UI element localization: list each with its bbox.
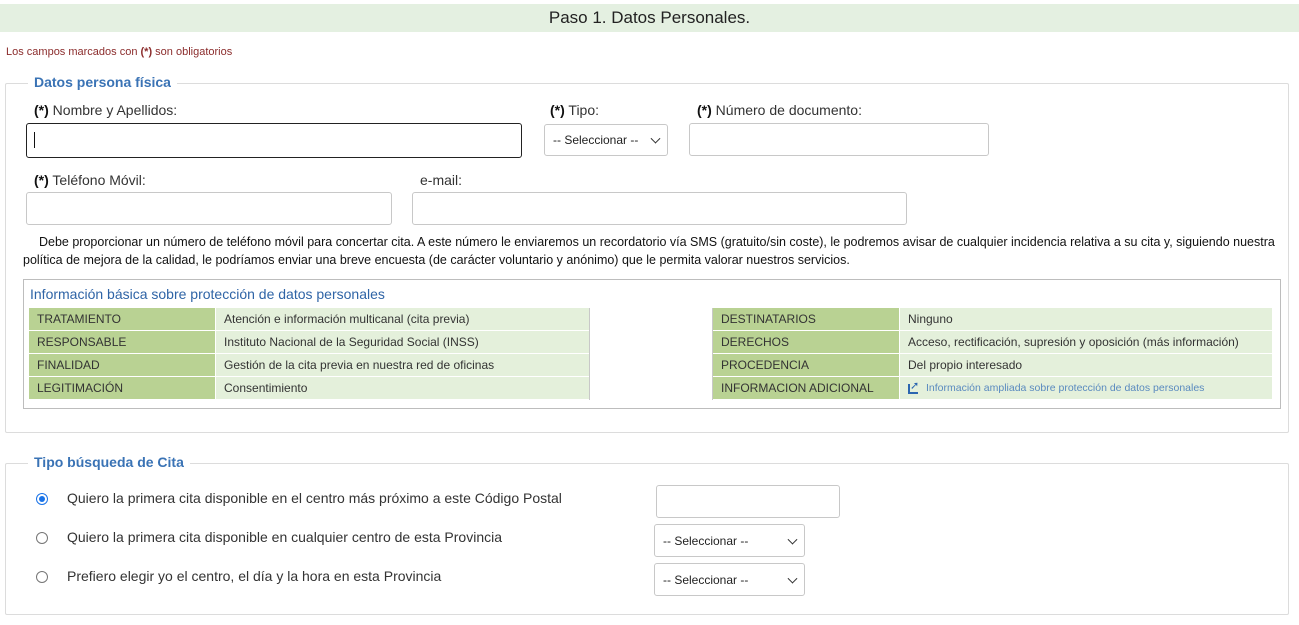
document-number-label: (*) Número de documento: bbox=[697, 102, 862, 118]
tipo-select[interactable]: -- Seleccionar -- bbox=[544, 124, 668, 156]
table-key: DERECHOS bbox=[713, 331, 899, 354]
option-choose-centre-label[interactable]: Prefiero elegir yo el centro, el día y l… bbox=[67, 568, 441, 584]
data-protection-title: Información básica sobre protección de d… bbox=[30, 286, 385, 302]
email-input[interactable] bbox=[412, 192, 907, 225]
search-type-fieldset: Tipo búsqueda de Cita Quiero la primera … bbox=[5, 454, 1289, 615]
radio-postal-code[interactable] bbox=[36, 493, 48, 505]
province-select-choose-centre[interactable]: -- Seleccionar -- bbox=[654, 563, 805, 596]
radio-any-centre[interactable] bbox=[36, 532, 48, 544]
chevron-down-icon bbox=[650, 133, 661, 144]
table-value: Instituto Nacional de la Seguridad Socia… bbox=[215, 331, 589, 354]
name-label: (*) Nombre y Apellidos: bbox=[34, 102, 178, 118]
option-any-centre-label[interactable]: Quiero la primera cita disponible en cua… bbox=[67, 529, 502, 545]
option-postal-code-label[interactable]: Quiero la primera cita disponible en el … bbox=[67, 490, 562, 506]
required-marker: (*) bbox=[140, 46, 153, 58]
table-value: Ninguno bbox=[899, 308, 1272, 331]
external-link-icon bbox=[908, 379, 920, 394]
table-key: PROCEDENCIA bbox=[713, 354, 899, 377]
personal-data-legend: Datos persona física bbox=[28, 74, 177, 90]
radio-choose-centre[interactable] bbox=[36, 571, 48, 583]
table-key: DESTINATARIOS bbox=[713, 308, 899, 331]
postal-code-input[interactable] bbox=[656, 485, 840, 518]
province-select-any-centre[interactable]: -- Seleccionar -- bbox=[654, 524, 805, 557]
step-header: Paso 1. Datos Personales. bbox=[0, 4, 1299, 32]
table-value: Atención e información multicanal (cita … bbox=[215, 308, 589, 331]
sms-notice: Debe proporcionar un número de teléfono … bbox=[23, 235, 1275, 267]
rights-more-info-link[interactable]: Acceso, rectificación, supresión y oposi… bbox=[899, 331, 1272, 354]
phone-input[interactable] bbox=[26, 192, 392, 225]
table-value: Consentimiento bbox=[215, 377, 589, 400]
text-caret bbox=[34, 132, 35, 148]
chevron-down-icon bbox=[787, 573, 798, 584]
step-title: Paso 1. Datos Personales. bbox=[548, 8, 751, 27]
table-key: RESPONSABLE bbox=[29, 331, 215, 354]
phone-label: (*) Teléfono Móvil: bbox=[34, 172, 146, 188]
table-value: Gestión de la cita previa en nuestra red… bbox=[215, 354, 589, 377]
table-key: TRATAMIENTO bbox=[29, 308, 215, 331]
data-protection-box: Información básica sobre protección de d… bbox=[23, 279, 1281, 409]
table-spacer bbox=[589, 308, 713, 400]
search-type-legend: Tipo búsqueda de Cita bbox=[28, 454, 190, 470]
document-number-input[interactable] bbox=[689, 123, 989, 156]
table-key: LEGITIMACIÓN bbox=[29, 377, 215, 400]
additional-info-link[interactable]: Información ampliada sobre protección de… bbox=[926, 382, 1204, 394]
chevron-down-icon bbox=[787, 534, 798, 545]
email-label: e-mail: bbox=[420, 172, 463, 188]
personal-data-fieldset: Datos persona física (*) Nombre y Apelli… bbox=[5, 74, 1289, 433]
required-fields-note: Los campos marcados con (*) son obligato… bbox=[6, 46, 233, 58]
additional-info-cell: Información ampliada sobre protección de… bbox=[899, 377, 1272, 400]
name-input[interactable] bbox=[26, 123, 522, 158]
table-value: Del propio interesado bbox=[899, 354, 1272, 377]
table-key: INFORMACION ADICIONAL bbox=[713, 377, 899, 400]
table-key: FINALIDAD bbox=[29, 354, 215, 377]
tipo-label: (*) Tipo: bbox=[550, 102, 600, 118]
